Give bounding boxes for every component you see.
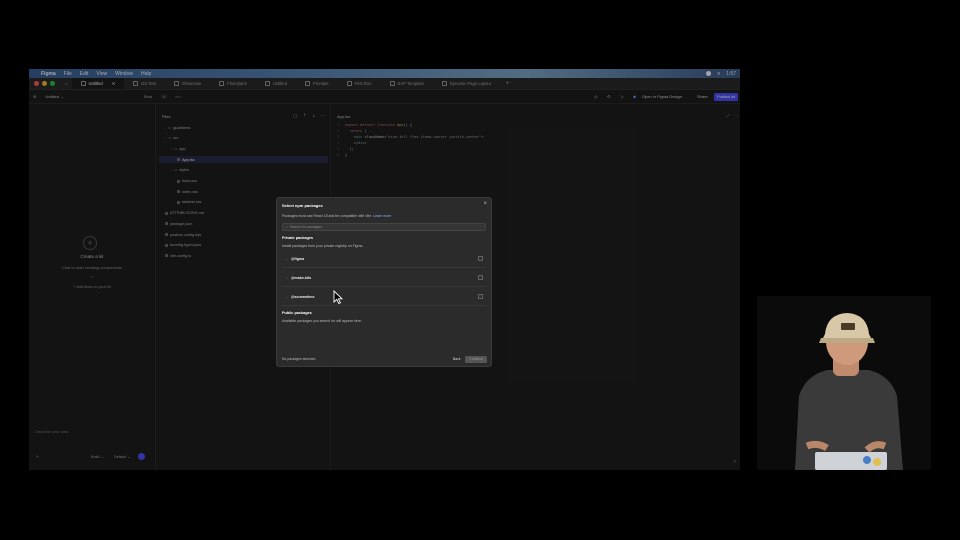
private-packages-heading: Private packages (282, 236, 314, 240)
selection-status: No packages selected (282, 357, 316, 361)
continue-button[interactable]: Continue (465, 355, 487, 363)
package-row-scrowntime[interactable]: › @scrowntime (282, 288, 486, 306)
package-search-input[interactable]: ⌕ Search for packages (282, 223, 486, 231)
compat-note: Packages must use React 18 and be compat… (282, 214, 391, 218)
chevron-right-icon: › (286, 256, 287, 261)
presenter-illustration (757, 296, 931, 470)
search-icon: ⌕ (286, 225, 288, 229)
package-row-make-kits[interactable]: › @make-kits (282, 269, 486, 287)
package-checkbox[interactable] (478, 275, 483, 280)
figma-window: Figma File Edit View Window Help ≡ 1:57 … (29, 69, 740, 470)
dialog-title: Select npm packages (282, 203, 323, 208)
back-button[interactable]: Back (453, 357, 461, 361)
dialog-footer: No packages selected Back Continue (282, 355, 487, 363)
close-icon[interactable]: × (483, 201, 487, 207)
package-row-figma[interactable]: › @figma (282, 250, 486, 268)
chevron-right-icon: › (286, 294, 287, 299)
package-checkbox[interactable] (478, 256, 483, 261)
package-checkbox[interactable] (478, 294, 483, 299)
package-name: @figma (291, 256, 305, 261)
private-packages-desc: Install packages from your private regis… (282, 244, 364, 248)
package-name: @scrowntime (291, 294, 315, 299)
chevron-right-icon: › (286, 275, 287, 280)
package-name: @make-kits (291, 275, 312, 280)
learn-more-link[interactable]: Learn more (373, 214, 391, 218)
presenter-webcam (757, 296, 931, 470)
npm-packages-dialog: Select npm packages × Packages must use … (276, 197, 492, 367)
compat-text: Packages must use React 18 and be compat… (282, 214, 373, 218)
mouse-cursor-icon (333, 290, 343, 304)
search-placeholder: Search for packages (289, 225, 323, 229)
public-packages-desc: Available packages you search for will a… (282, 319, 362, 323)
public-packages-heading: Public packages (282, 311, 312, 315)
